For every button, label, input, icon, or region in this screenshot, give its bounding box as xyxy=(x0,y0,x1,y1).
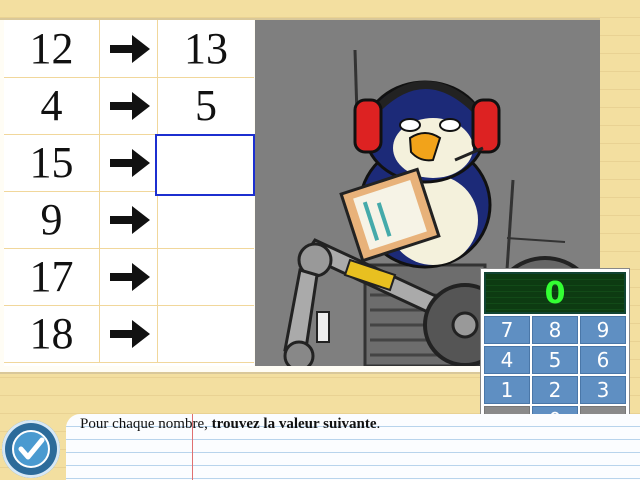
output-number[interactable] xyxy=(158,305,254,362)
table-row: 12 13 xyxy=(4,20,254,78)
instruction-suffix: . xyxy=(376,416,381,432)
key-4[interactable]: 4 xyxy=(484,346,530,374)
instruction-bold: trouvez la valeur suivante xyxy=(211,416,377,432)
output-number: 13 xyxy=(184,24,228,73)
keypad-display: 0 xyxy=(484,272,626,314)
input-number: 17 xyxy=(4,248,100,305)
arrow-right-icon xyxy=(100,248,158,305)
table-row: 4 5 xyxy=(4,77,254,135)
check-icon xyxy=(12,430,50,468)
table-row: 18 xyxy=(4,305,254,363)
instruction-text: Pour chaque nombre, trouvez la valeur su… xyxy=(80,416,600,433)
keypad-display-value: 0 xyxy=(544,275,566,311)
key-5[interactable]: 5 xyxy=(532,346,578,374)
table-row: 9 xyxy=(4,191,254,249)
input-number: 15 xyxy=(4,134,100,191)
arrow-right-icon xyxy=(100,20,158,77)
output-number: 5 xyxy=(195,81,217,130)
key-2[interactable]: 2 xyxy=(532,376,578,404)
output-number[interactable] xyxy=(158,248,254,305)
input-number: 18 xyxy=(4,305,100,362)
key-3[interactable]: 3 xyxy=(580,376,626,404)
active-answer-box[interactable] xyxy=(155,134,255,196)
key-9[interactable]: 9 xyxy=(580,316,626,344)
output-number[interactable] xyxy=(158,191,254,248)
key-6[interactable]: 6 xyxy=(580,346,626,374)
input-number: 4 xyxy=(4,77,100,134)
key-1[interactable]: 1 xyxy=(484,376,530,404)
input-number: 9 xyxy=(4,191,100,248)
key-8[interactable]: 8 xyxy=(532,316,578,344)
arrow-right-icon xyxy=(100,305,158,362)
validate-button[interactable] xyxy=(2,420,60,478)
arrow-right-icon xyxy=(100,191,158,248)
arrow-right-icon xyxy=(100,134,158,191)
input-number: 12 xyxy=(4,20,100,77)
arrow-right-icon xyxy=(100,77,158,134)
instruction-prefix: Pour chaque nombre, xyxy=(80,416,212,432)
table-row: 17 xyxy=(4,248,254,306)
key-7[interactable]: 7 xyxy=(484,316,530,344)
